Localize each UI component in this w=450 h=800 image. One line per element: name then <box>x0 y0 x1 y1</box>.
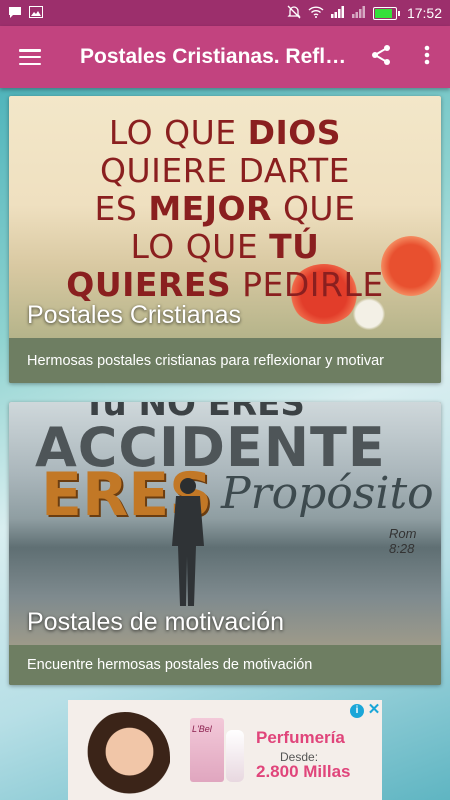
card-image: Tú NO ERES ACCIDENTE ERES Propósito Rom … <box>9 402 441 645</box>
ad-model-image <box>80 712 170 800</box>
ad-banner[interactable]: L'Bel Perfumería Desde: 2.800 Millas i ✕ <box>68 700 382 800</box>
wifi-icon <box>308 6 324 20</box>
signal-icon-2 <box>351 6 366 20</box>
card-image-quote: LO QUE DIOS QUIERE DARTE ES MEJOR QUE LO… <box>66 113 384 304</box>
person-silhouette <box>172 478 204 606</box>
ad-headline: Perfumería <box>256 728 345 747</box>
category-card-postales-cristianas[interactable]: LO QUE DIOS QUIERE DARTE ES MEJOR QUE LO… <box>9 96 441 383</box>
share-button[interactable] <box>358 26 404 88</box>
card-description: Hermosas postales cristianas para reflex… <box>9 338 441 383</box>
status-time: 17:52 <box>406 5 442 21</box>
ad-price: 2.800 Millas <box>256 762 351 781</box>
signal-icon <box>330 6 345 20</box>
adchoices-icon[interactable]: i <box>350 704 364 718</box>
menu-icon <box>19 49 41 65</box>
card-description: Encuentre hermosas postales de motivació… <box>9 645 441 685</box>
card-list: LO QUE DIOS QUIERE DARTE ES MEJOR QUE LO… <box>0 88 450 700</box>
card-image-text-ref: Rom 8:28 <box>389 526 417 556</box>
page-title: Postales Cristianas. Refl… <box>80 45 347 68</box>
image-icon <box>29 6 43 20</box>
app-bar: Postales Cristianas. Refl… <box>0 26 450 88</box>
battery-icon <box>372 6 400 20</box>
card-image-text-proposito: Propósito <box>221 468 434 519</box>
category-card-postales-de-motivacion[interactable]: Tú NO ERES ACCIDENTE ERES Propósito Rom … <box>9 402 441 685</box>
menu-button[interactable] <box>0 26 60 88</box>
card-image: LO QUE DIOS QUIERE DARTE ES MEJOR QUE LO… <box>9 96 441 338</box>
chat-icon <box>8 6 22 21</box>
card-title: Postales Cristianas <box>27 301 241 329</box>
more-vert-icon <box>424 45 430 70</box>
ad-close-icon[interactable]: ✕ <box>366 702 382 718</box>
status-bar: 17:52 <box>0 0 450 26</box>
more-options-button[interactable] <box>404 26 450 88</box>
ad-product-bottle <box>226 730 244 782</box>
ad-brand: L'Bel <box>192 724 212 734</box>
mute-icon <box>287 5 301 21</box>
share-icon <box>370 44 392 71</box>
card-title: Postales de motivación <box>27 608 285 636</box>
